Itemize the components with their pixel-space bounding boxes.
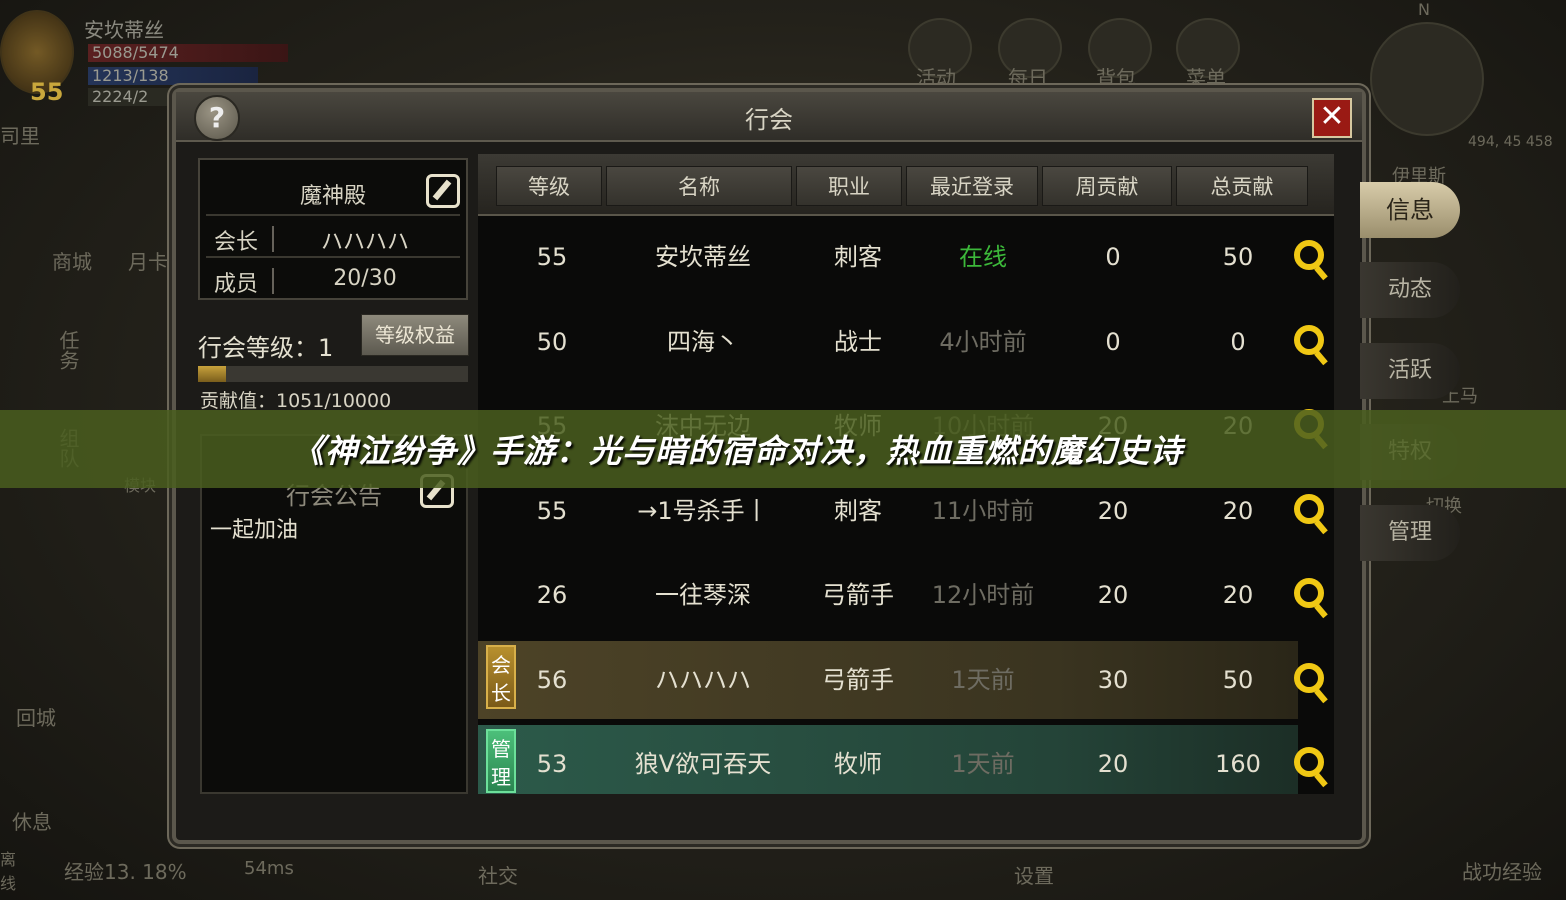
side-fragment: 司里	[0, 124, 40, 148]
hp-bar: 5088/5474	[88, 44, 288, 62]
social-label[interactable]: 社交	[478, 860, 518, 889]
cell-job: 牧师	[834, 750, 882, 778]
cell-total: 160	[1215, 750, 1261, 778]
cell-login: 在线	[959, 243, 1007, 271]
leader-value: ハハハハ	[320, 230, 409, 255]
cell-name: 一往琴深	[655, 581, 751, 609]
members-value: 20/30	[333, 266, 397, 291]
quest-label[interactable]: 任务	[54, 330, 83, 370]
exp-readout: 经验13. 18%	[64, 860, 187, 884]
header-level[interactable]: 等级	[496, 166, 602, 206]
cell-job: 弓箭手	[822, 665, 894, 694]
cell-job: 战士	[834, 327, 882, 356]
minimap[interactable]	[1370, 22, 1484, 136]
rest-label[interactable]: 休息	[12, 806, 52, 835]
headline-banner: 《神泣纷争》手游：光与暗的宿命对决，热血重燃的魔幻史诗	[0, 410, 1566, 488]
edit-name-icon[interactable]	[426, 174, 460, 208]
daily-label: 每日	[1008, 66, 1048, 90]
cell-name: 安坎蒂丝	[655, 243, 751, 271]
map-coords: 494, 45 458	[1468, 134, 1553, 150]
menu-label: 菜单	[1186, 66, 1226, 90]
cell-weekly: 20	[1097, 750, 1129, 778]
bag-label: 背包	[1096, 66, 1136, 90]
table-row[interactable]: 55 安坎蒂丝 刺客 在线 0 50	[478, 218, 1324, 296]
guild-level: 行会等级：1	[198, 334, 334, 362]
tab-manage[interactable]: 管理	[1360, 505, 1460, 561]
cell-job: 刺客	[834, 243, 882, 271]
header-name[interactable]: 名称	[606, 166, 792, 206]
settings-label[interactable]: 设置	[1014, 860, 1054, 889]
headline-text: 《神泣纷争》手游：光与暗的宿命对决，热血重燃的魔幻史诗	[292, 432, 1184, 470]
cell-level: 55	[536, 243, 568, 271]
cell-weekly: 20	[1097, 581, 1129, 609]
cell-level: 53	[536, 750, 568, 778]
cell-total: 50	[1222, 665, 1254, 694]
table-header: 等级 名称 职业 最近登录 周贡献 总贡献	[478, 154, 1334, 216]
cell-total: 20	[1222, 581, 1254, 609]
activity-label: 活动	[916, 66, 956, 90]
table-row[interactable]: 50 四海丶 战士 4小时前 0 0	[478, 303, 1324, 381]
cell-level: 26	[536, 581, 568, 609]
cell-name: 狼V欲可吞天	[634, 750, 772, 778]
guild-summary: 魔神殿 会长 ハハハハ 成员 20/30	[198, 158, 468, 300]
header-last-login[interactable]: 最近登录	[906, 166, 1038, 206]
player-level: 55	[30, 78, 64, 106]
tab-info[interactable]: 信息	[1360, 182, 1460, 238]
cell-level: 56	[536, 665, 568, 694]
mp-bar: 1213/138	[88, 67, 258, 85]
cell-name: 四海丶	[667, 327, 739, 356]
separator	[272, 226, 274, 252]
contribution-progress-fill	[198, 366, 227, 382]
title-bar: ? 行会 ✕	[176, 92, 1362, 142]
table-row[interactable]: 会长 56 ハハハハ 弓箭手 1天前 30 50	[478, 640, 1324, 719]
view-member-icon[interactable]	[1294, 662, 1324, 693]
header-total[interactable]: 总贡献	[1176, 166, 1308, 206]
return-city-label[interactable]: 回城	[16, 702, 56, 731]
cell-job: 弓箭手	[822, 581, 894, 609]
ping-readout: 54ms	[244, 858, 294, 879]
cell-level: 50	[536, 327, 568, 356]
view-member-icon[interactable]	[1294, 747, 1324, 777]
compass-north: N	[1418, 0, 1430, 19]
contribution-value: 贡献值：1051/10000	[200, 390, 392, 412]
cell-total: 50	[1222, 243, 1254, 271]
contribution-progress-bar	[198, 366, 468, 382]
view-member-icon[interactable]	[1294, 240, 1324, 270]
notice-text: 一起加油	[210, 518, 299, 543]
battle-exp-label: 战功经验	[1462, 860, 1542, 884]
divider	[206, 256, 460, 258]
cell-weekly: 0	[1105, 243, 1121, 271]
level-perks-button[interactable]: 等级权益	[361, 314, 469, 356]
cell-weekly: 30	[1097, 665, 1129, 694]
view-member-icon[interactable]	[1294, 578, 1324, 608]
tab-activity[interactable]: 活跃	[1360, 343, 1460, 399]
view-member-icon[interactable]	[1294, 324, 1324, 355]
divider	[206, 214, 460, 216]
tab-news[interactable]: 动态	[1360, 262, 1460, 318]
cell-weekly: 0	[1105, 327, 1121, 356]
cell-name: ハハハハ	[655, 665, 751, 694]
header-job[interactable]: 职业	[796, 166, 902, 206]
cell-login: 12小时前	[931, 581, 1035, 609]
members-label: 成员	[214, 272, 259, 297]
monthcard-label[interactable]: 月卡	[128, 246, 168, 275]
separator	[272, 268, 274, 294]
table-row[interactable]: 管理 53 狼V欲可吞天 牧师 1天前 20 160	[478, 725, 1324, 794]
close-button[interactable]: ✕	[1312, 98, 1352, 138]
offline-label: 离线	[0, 850, 17, 893]
guild-notice: 行会公告 一起加油	[200, 434, 468, 794]
table-row[interactable]: 26 一往琴深 弓箭手 12小时前 20 20	[478, 556, 1324, 634]
window-title: 行会	[745, 106, 793, 134]
cell-login: 4小时前	[939, 327, 1027, 356]
cell-total: 0	[1230, 327, 1246, 356]
view-member-icon[interactable]	[1294, 493, 1324, 524]
cell-login: 1天前	[951, 750, 1015, 778]
shop-label[interactable]: 商城	[52, 246, 92, 275]
bottom-bar: 离线 经验13. 18% 54ms 社交 设置 战功经验	[0, 850, 1566, 900]
header-weekly[interactable]: 周贡献	[1042, 166, 1172, 206]
leader-label: 会长	[214, 230, 259, 255]
player-name: 安坎蒂丝	[84, 18, 164, 42]
cell-login: 1天前	[951, 665, 1015, 694]
